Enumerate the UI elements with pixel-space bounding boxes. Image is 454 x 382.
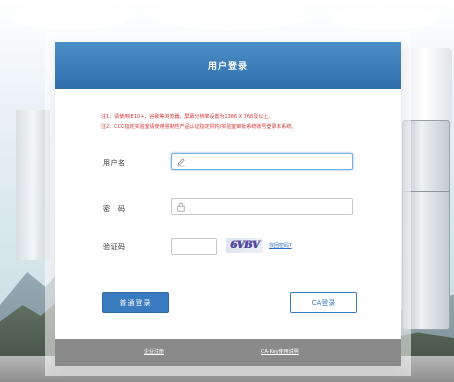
ca-key-help-link[interactable]: CA-Key使用说明 — [261, 348, 299, 355]
page-title: 用户登录 — [207, 62, 248, 72]
air-conditioner — [400, 48, 452, 128]
captcha-label: 验证码 — [103, 243, 126, 251]
login-card: 用户登录 注1：请使用IE10+，谷歌等浏览器，屏幕分辨率设置为1366 X 7… — [55, 42, 401, 366]
refrigerator — [402, 120, 450, 330]
captcha-field[interactable] — [171, 238, 217, 260]
notice-login-link[interactable]: 登录本系统。 — [266, 124, 296, 130]
enterprise-register-link[interactable]: 企业注册 — [144, 348, 164, 355]
notice-line-1: 注1：请使用IE10+，谷歌等浏览器，屏幕分辨率设置为1366 X 768及以上… — [101, 114, 274, 120]
pencil-icon — [176, 157, 186, 167]
cloud — [330, 8, 440, 30]
notice-line-2: 注2：CCC指定实验室请使用强制性产品认证指定机构/实验室审批系统账号登录本系统… — [101, 122, 391, 132]
captcha-input[interactable] — [172, 244, 216, 260]
captcha-code: 6VBV — [230, 240, 259, 251]
card-header: 用户登录 — [55, 42, 401, 89]
username-label: 用户名 — [103, 159, 126, 167]
username-field[interactable] — [171, 153, 353, 170]
notice-text: 注1：请使用IE10+，谷歌等浏览器，屏幕分辨率设置为1366 X 768及以上… — [101, 112, 391, 132]
notice-line-2-text: 注2：CCC指定实验室请使用强制性产品认证指定机构/实验室审批系统账号 — [101, 124, 267, 130]
username-input[interactable] — [186, 154, 352, 169]
appliance-left — [16, 110, 50, 260]
cloud — [150, 0, 310, 30]
cloud — [10, 4, 130, 30]
card-footer: 企业注册 CA-Key使用说明 — [55, 339, 401, 366]
password-label: 密 码 — [103, 205, 126, 213]
lock-icon — [176, 202, 186, 212]
ca-login-button[interactable]: CA登录 — [290, 292, 357, 313]
normal-login-button[interactable]: 普通登录 — [102, 292, 169, 313]
captcha-refresh-link[interactable]: 找回密码? — [269, 242, 292, 249]
captcha-image[interactable]: 6VBV — [226, 238, 263, 253]
password-input[interactable] — [186, 199, 352, 214]
password-field[interactable] — [171, 198, 353, 215]
